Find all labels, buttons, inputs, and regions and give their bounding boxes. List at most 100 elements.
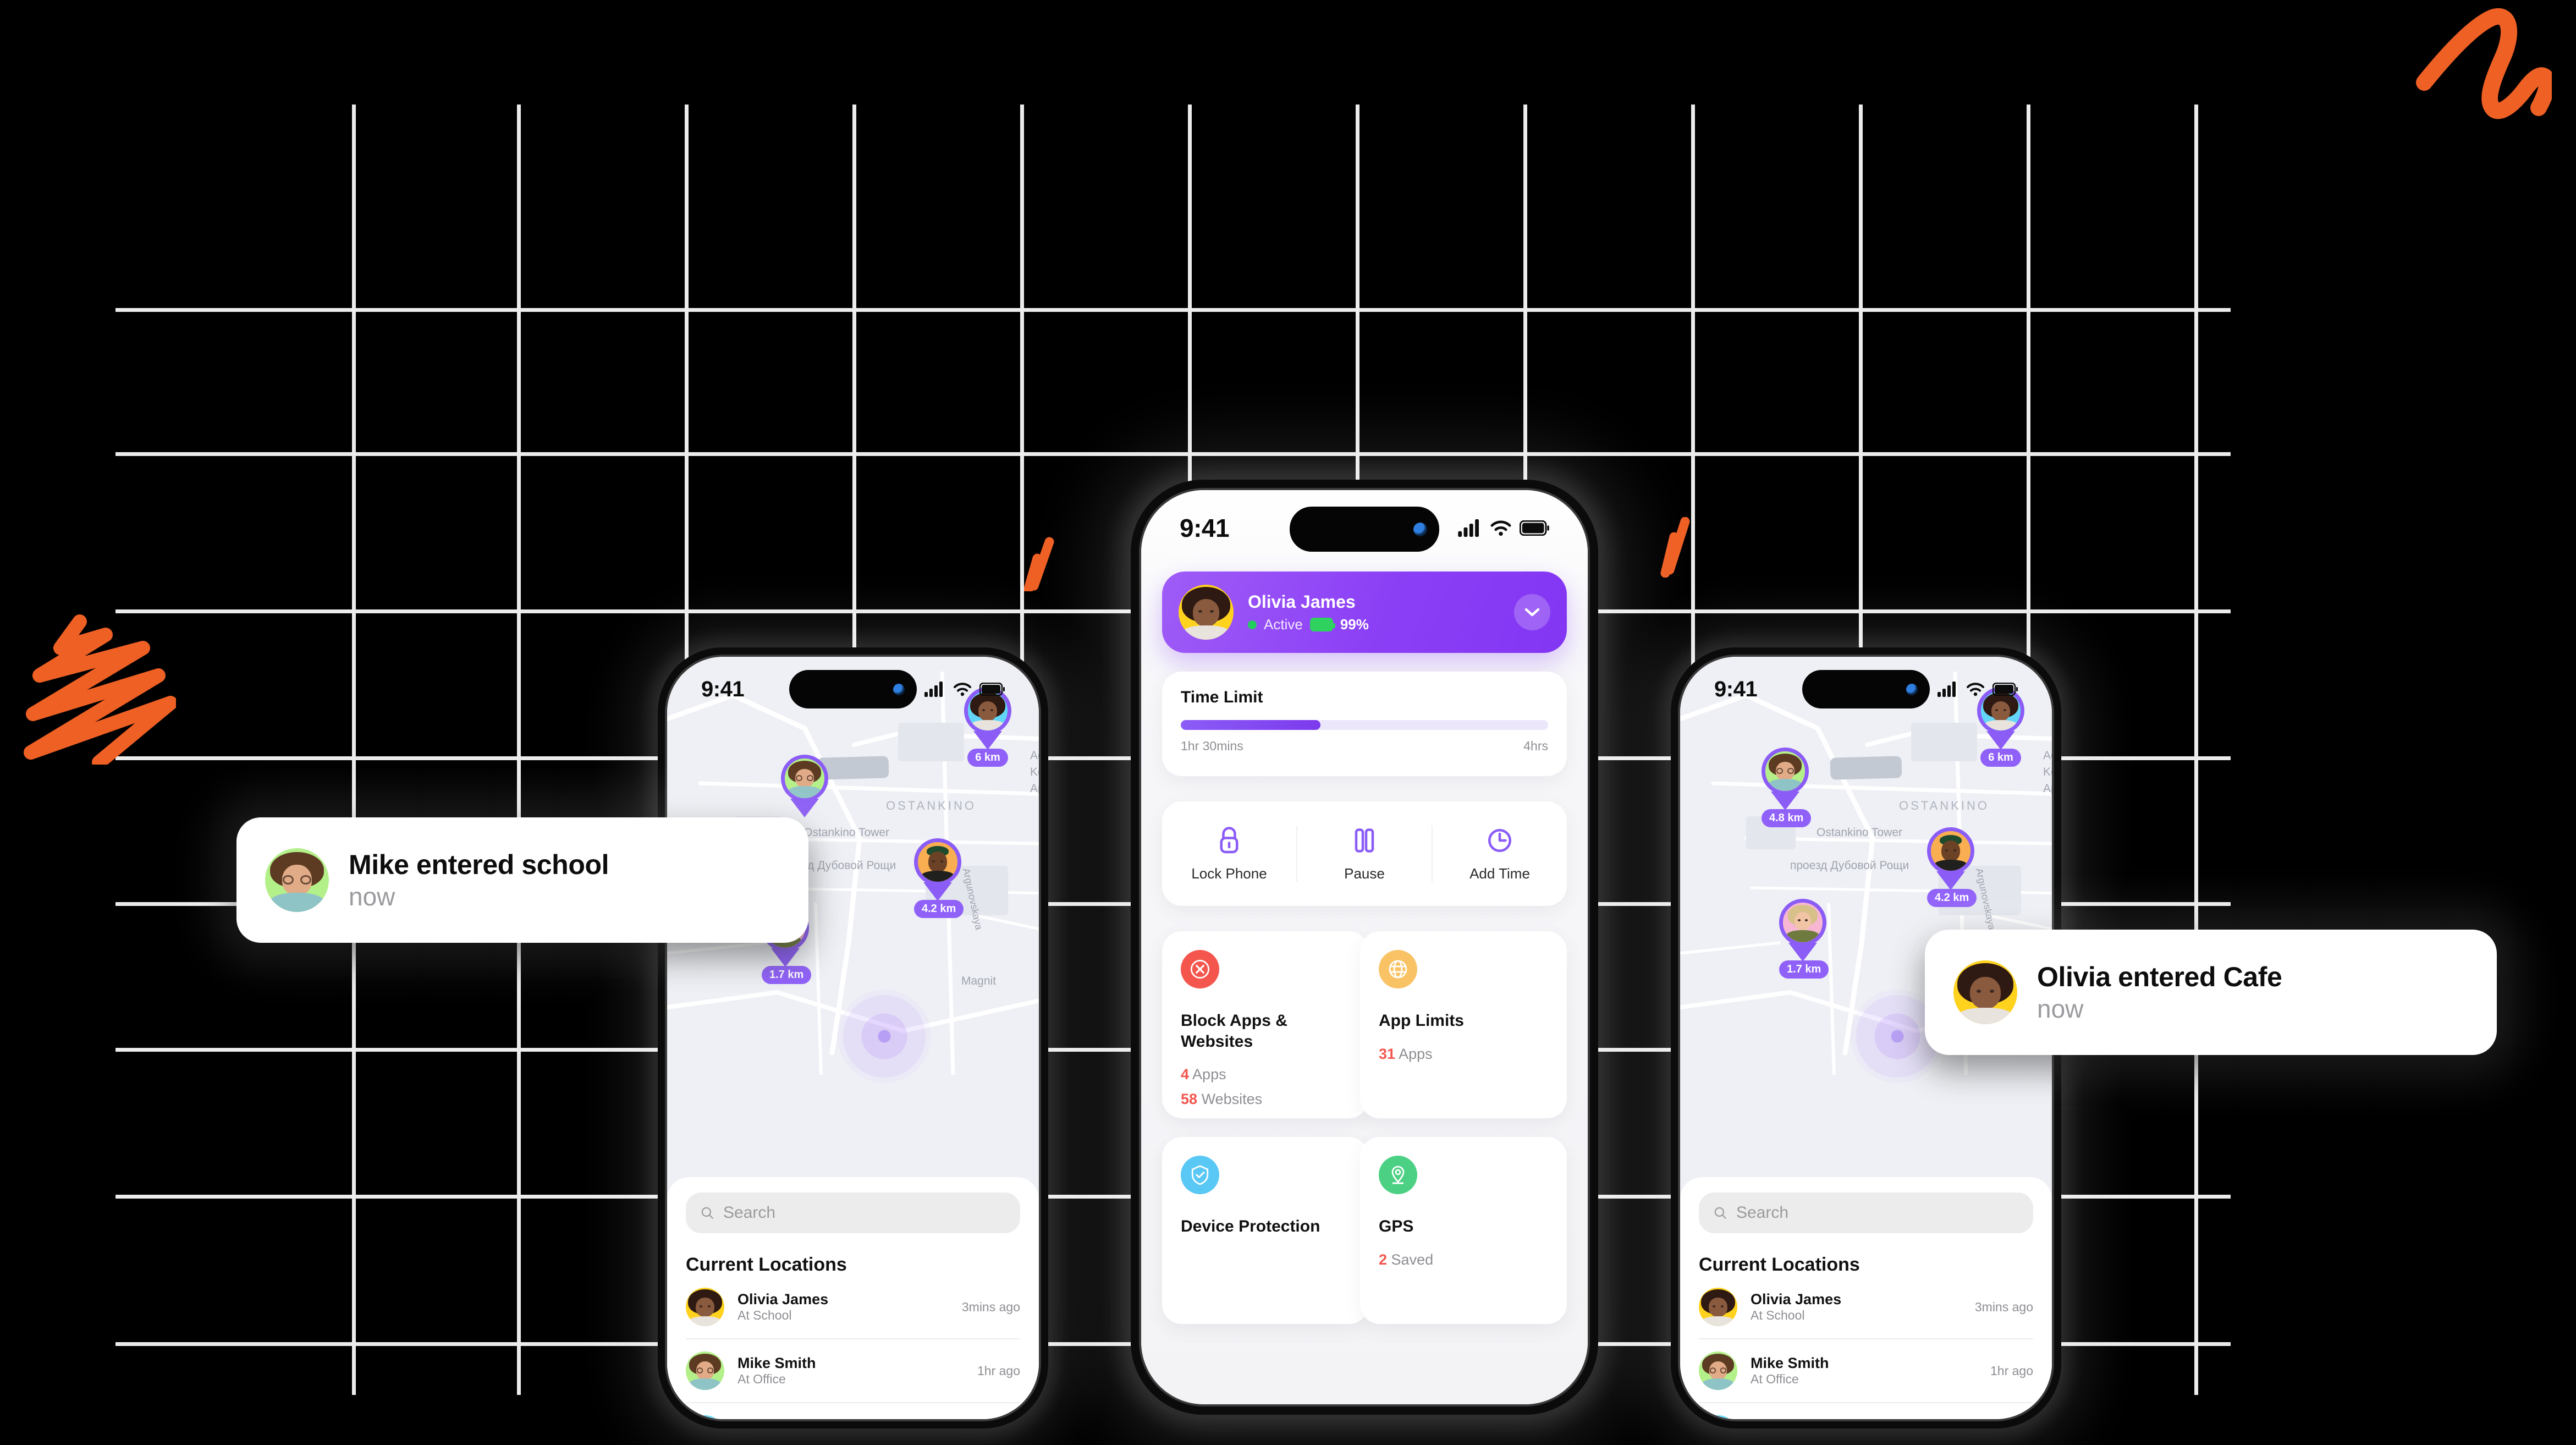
action-label: Add Time <box>1469 865 1530 882</box>
map-pin-james[interactable]: 4.2 km <box>914 838 964 918</box>
notification-toast-olivia[interactable]: Olivia entered Cafe now <box>1925 930 2497 1055</box>
person-place: At School <box>1751 1307 1805 1322</box>
child-profile-card[interactable]: Olivia James Active 99% <box>1162 572 1567 653</box>
battery-icon <box>1520 520 1549 536</box>
map-pin-anna[interactable]: 1.7 km <box>1779 899 1829 979</box>
map-poi-label: Ostankino Tower <box>1817 826 1903 839</box>
person-name: Olivia James <box>1751 1290 1842 1307</box>
map-poi-label: Apart <box>2043 782 2052 795</box>
tile-app-limits[interactable]: App Limits 31 Apps <box>1360 931 1567 1118</box>
app-logo-squiggle <box>2416 8 2552 119</box>
avatar <box>1953 960 2017 1024</box>
tile-stat-value: 58 <box>1181 1091 1198 1107</box>
pause-button[interactable]: Pause <box>1296 825 1432 882</box>
search-placeholder: Search <box>1736 1204 1789 1222</box>
person-name: Mike Smith <box>1751 1354 1829 1371</box>
notification-toast-mike[interactable]: Mike entered school now <box>236 817 808 943</box>
map-district-label: OSTANKINO <box>1899 799 1989 812</box>
add-time-button[interactable]: Add Time <box>1432 825 1567 882</box>
signal-bars-icon <box>1458 519 1479 537</box>
tile-title: App Limits <box>1379 1012 1464 1030</box>
tile-icon <box>1379 950 1417 988</box>
map-poi-label: Ostankino Tower <box>803 826 890 839</box>
tile-stat: 58 Websites <box>1181 1091 1350 1108</box>
pin-avatar <box>781 755 828 802</box>
status-time: 9:41 <box>1180 514 1230 542</box>
person-timestamp: 3mins ago <box>1974 1299 2033 1314</box>
block-x-icon <box>1191 960 1209 979</box>
dynamic-island <box>789 670 917 708</box>
tile-stat: 31 Apps <box>1379 1046 1548 1063</box>
notification-time: now <box>2037 995 2084 1023</box>
notification-title: Olivia entered Cafe <box>2037 961 2282 992</box>
list-item[interactable]: Olivia James At School 3mins ago <box>1699 1276 2033 1339</box>
map-pin-james[interactable]: 4.2 km <box>1927 827 1977 907</box>
pin-avatar <box>914 838 961 886</box>
notification-title: Mike entered school <box>349 849 609 880</box>
tile-stat: 4 Apps <box>1181 1066 1350 1083</box>
grid-line-horizontal <box>115 452 2231 456</box>
avatar-mike <box>785 759 824 798</box>
pin-distance-badge: 4.2 km <box>1927 889 1977 907</box>
search-input[interactable]: Search <box>1699 1193 2033 1233</box>
avatar-james <box>686 1415 724 1419</box>
current-locations-title: Current Locations <box>1699 1254 1860 1275</box>
pin-avatar <box>1927 827 1974 875</box>
status-dot-icon <box>1248 620 1257 629</box>
tile-block-apps-websites[interactable]: Block Apps & Websites 4 Apps 58 Websites <box>1162 931 1369 1118</box>
phone-left: OSTANKINO Ostankino Tower проезд Дубовой… <box>658 647 1048 1428</box>
map-pin-mike[interactable] <box>781 755 828 817</box>
list-item[interactable]: James Aly At Hotel 2hr ago <box>686 1403 1020 1421</box>
tile-device-protection[interactable]: Device Protection <box>1162 1137 1369 1324</box>
battery-icon <box>1309 618 1335 632</box>
list-item[interactable]: Mike Smith At Office 1hr ago <box>686 1339 1020 1403</box>
lock-phone-button[interactable]: Lock Phone <box>1162 826 1296 882</box>
person-name: James Aly <box>737 1419 811 1421</box>
person-place: At Office <box>1751 1371 1799 1386</box>
avatar-mike <box>265 848 329 912</box>
search-placeholder: Search <box>723 1204 776 1222</box>
avatar <box>1699 1351 1737 1390</box>
avatar-james <box>918 842 957 882</box>
map-building <box>1830 756 1902 780</box>
person-timestamp: 1hr ago <box>977 1363 1020 1378</box>
dynamic-island <box>1290 507 1439 552</box>
person-place: At School <box>737 1307 792 1322</box>
battery-icon <box>979 683 1005 696</box>
front-camera-icon <box>1413 522 1427 536</box>
pause-icon <box>1355 828 1374 853</box>
search-input[interactable]: Search <box>686 1193 1020 1233</box>
tile-stat-value: 4 <box>1181 1066 1190 1083</box>
chevron-down-icon <box>1524 608 1540 617</box>
tile-title: Block Apps & Websites <box>1181 1012 1287 1051</box>
time-limit-progress[interactable] <box>1181 720 1548 730</box>
pin-distance-badge: 1.7 km <box>1779 960 1829 979</box>
notification-time: now <box>349 882 395 911</box>
pin-distance-badge: 6 km <box>967 749 1008 767</box>
expand-profile-button[interactable] <box>1514 594 1550 630</box>
action-label: Lock Phone <box>1191 865 1267 882</box>
status-badge: Active <box>1264 616 1303 633</box>
phone-left-screen: OSTANKINO Ostankino Tower проезд Дубовой… <box>665 655 1041 1421</box>
parental-control-dashboard: Olivia James Active 99% Time Limit 1hr 3… <box>1141 490 1588 1404</box>
child-name: Olivia James <box>1248 591 1356 612</box>
map-building <box>1911 723 1977 761</box>
avatar-olivia <box>1179 585 1234 640</box>
pin-distance-badge: 4.2 km <box>914 900 964 918</box>
tile-gps[interactable]: GPS 2 Saved <box>1360 1137 1567 1324</box>
list-item[interactable]: James Aly At Hotel 2hr ago <box>1699 1403 2033 1419</box>
map-district-label: OSTANKINO <box>886 799 976 812</box>
avatar <box>1699 1288 1737 1326</box>
avatar-mike <box>686 1351 724 1390</box>
lock-icon <box>1220 826 1239 853</box>
pin-distance-badge: 6 km <box>1980 749 2021 767</box>
map-pin-mike[interactable]: 4.8 km <box>1762 748 1812 827</box>
tile-icon <box>1181 1156 1219 1194</box>
list-item[interactable]: Mike Smith At Office 1hr ago <box>1699 1339 2033 1403</box>
avatar-olivia <box>1953 960 2017 1024</box>
map-poi-label: Aca <box>1030 749 1039 762</box>
list-item[interactable]: Olivia James At School 3mins ago <box>686 1276 1020 1339</box>
battery-icon <box>1992 683 2018 696</box>
time-limit-used: 1hr 30mins <box>1181 739 1243 753</box>
time-limit-card[interactable]: Time Limit 1hr 30mins 4hrs <box>1162 672 1567 776</box>
